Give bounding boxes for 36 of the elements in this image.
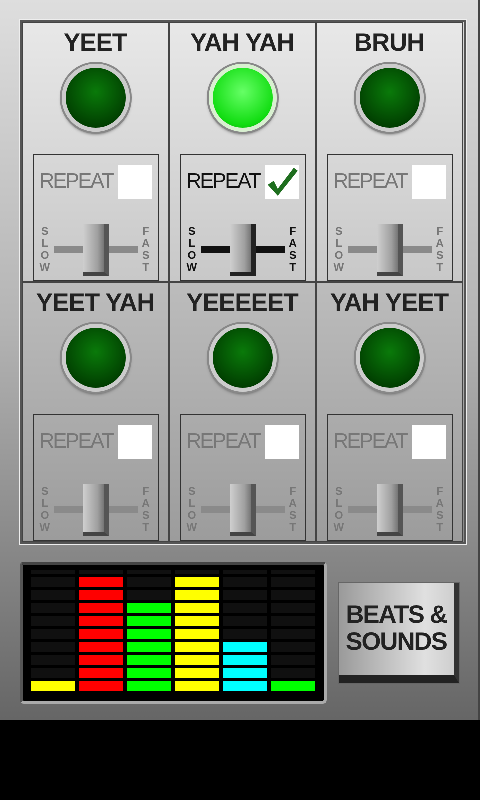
- repeat-checkbox[interactable]: [118, 424, 152, 459]
- slow-label: SLOW: [40, 226, 50, 274]
- pad-title: BRUH: [354, 28, 425, 58]
- indicator-light[interactable]: [208, 324, 276, 392]
- slow-label: SLOW: [334, 226, 344, 274]
- pad-title: YEET YAH: [36, 288, 155, 318]
- repeat-checkbox[interactable]: [412, 164, 446, 199]
- sound-pad[interactable]: YEET REPEAT SLOW FAST: [22, 22, 169, 282]
- repeat-checkbox[interactable]: [264, 424, 298, 459]
- repeat-checkbox[interactable]: [412, 424, 446, 459]
- beats-sounds-button[interactable]: BEATS & SOUNDS: [339, 583, 459, 683]
- repeat-label: REPEAT: [334, 170, 407, 194]
- pad-title: YEEEEET: [186, 288, 298, 318]
- slider-thumb[interactable]: [230, 484, 256, 536]
- indicator-light[interactable]: [62, 64, 130, 132]
- pad-title: YEET: [64, 28, 128, 58]
- slider-thumb[interactable]: [82, 484, 108, 536]
- pad-title: YAH YAH: [190, 28, 294, 58]
- fast-label: FAST: [141, 226, 151, 274]
- pad-title: YAH YEET: [330, 288, 449, 318]
- repeat-label: REPEAT: [40, 170, 113, 194]
- sound-pad[interactable]: BRUH REPEAT SLOW FAST: [316, 22, 463, 282]
- slider-thumb[interactable]: [376, 224, 402, 276]
- indicator-light[interactable]: [356, 64, 424, 132]
- repeat-label: REPEAT: [186, 170, 260, 194]
- repeat-checkbox[interactable]: [264, 164, 298, 199]
- indicator-light[interactable]: [62, 324, 130, 392]
- slider-thumb[interactable]: [376, 484, 402, 536]
- repeat-checkbox[interactable]: [118, 164, 152, 199]
- sound-pad[interactable]: YAH YAH REPEAT SLOW FAST: [169, 22, 316, 282]
- fast-label: FAST: [288, 226, 298, 274]
- fast-label: FAST: [435, 226, 445, 274]
- slow-label: SLOW: [186, 226, 198, 274]
- indicator-light[interactable]: [356, 324, 424, 392]
- slider-thumb[interactable]: [230, 224, 256, 276]
- slider-thumb[interactable]: [82, 224, 108, 276]
